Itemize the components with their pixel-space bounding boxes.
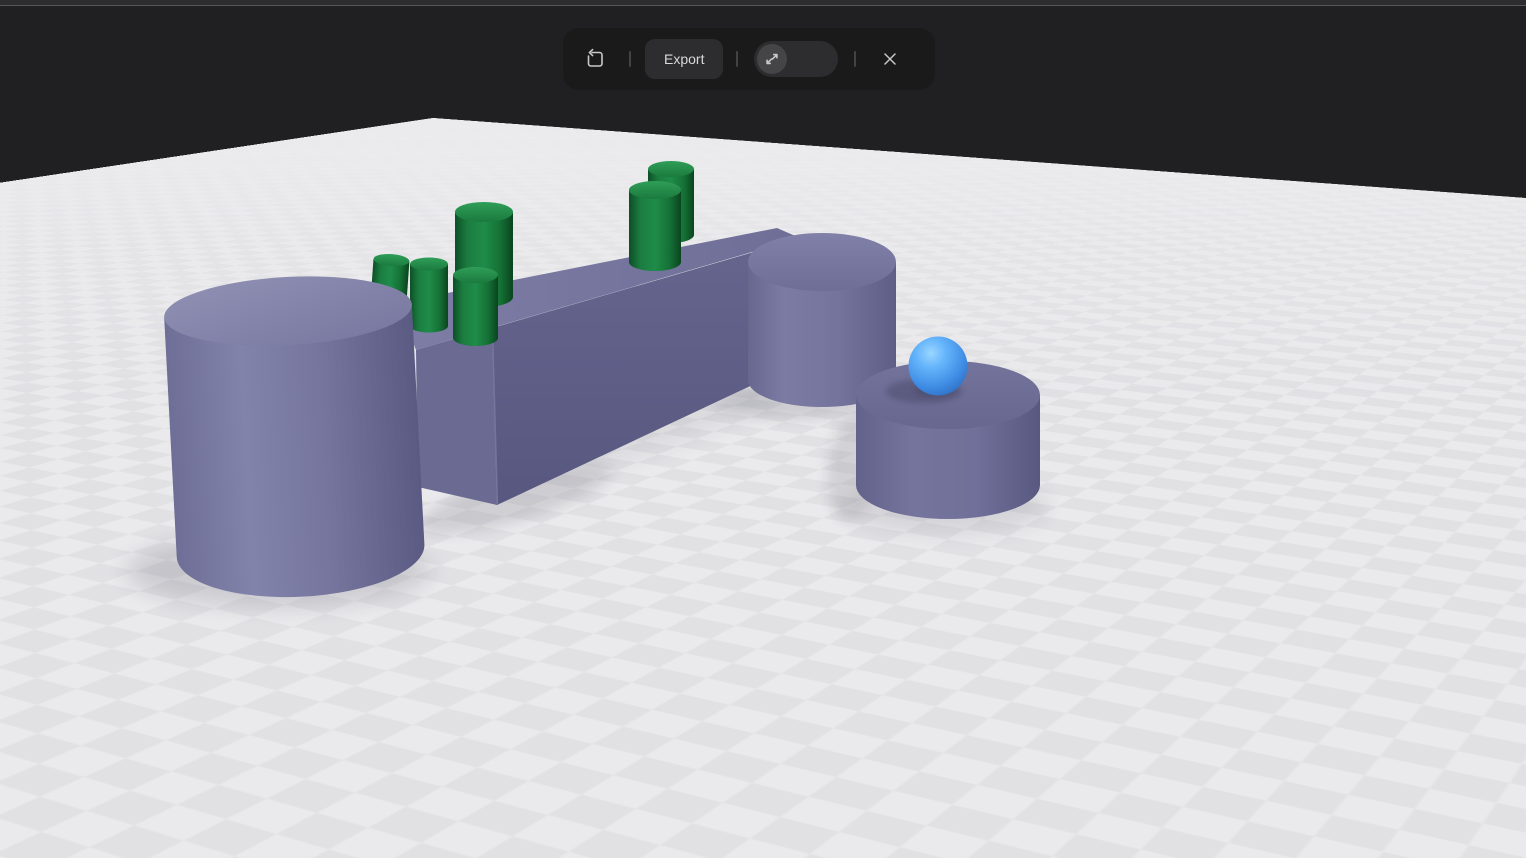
toolbar-divider	[629, 51, 631, 67]
close-icon	[880, 49, 900, 69]
floating-toolbar: Export	[563, 28, 935, 90]
expand-toggle[interactable]	[754, 41, 838, 77]
top-statusbar	[0, 0, 1526, 5]
object-small-green-cylinder-3[interactable]	[453, 267, 498, 346]
3d-viewport[interactable]	[0, 0, 1526, 858]
reset-frame-icon	[584, 48, 606, 70]
export-button[interactable]: Export	[645, 39, 723, 79]
reset-view-button[interactable]	[578, 42, 612, 76]
close-button[interactable]	[873, 42, 907, 76]
object-small-green-cylinder-2[interactable]	[410, 258, 448, 333]
export-button-label: Export	[664, 51, 704, 67]
object-tall-green-cylinder-front[interactable]	[629, 181, 681, 271]
scene-objects-layer	[0, 0, 1526, 858]
toolbar-divider	[736, 51, 738, 67]
object-large-purple-cylinder[interactable]	[162, 271, 426, 604]
expand-toggle-thumb	[757, 44, 787, 74]
expand-arrows-icon	[762, 49, 782, 69]
app-window: Export	[0, 0, 1526, 858]
toolbar-divider	[854, 51, 856, 67]
object-blue-sphere[interactable]	[909, 337, 968, 396]
